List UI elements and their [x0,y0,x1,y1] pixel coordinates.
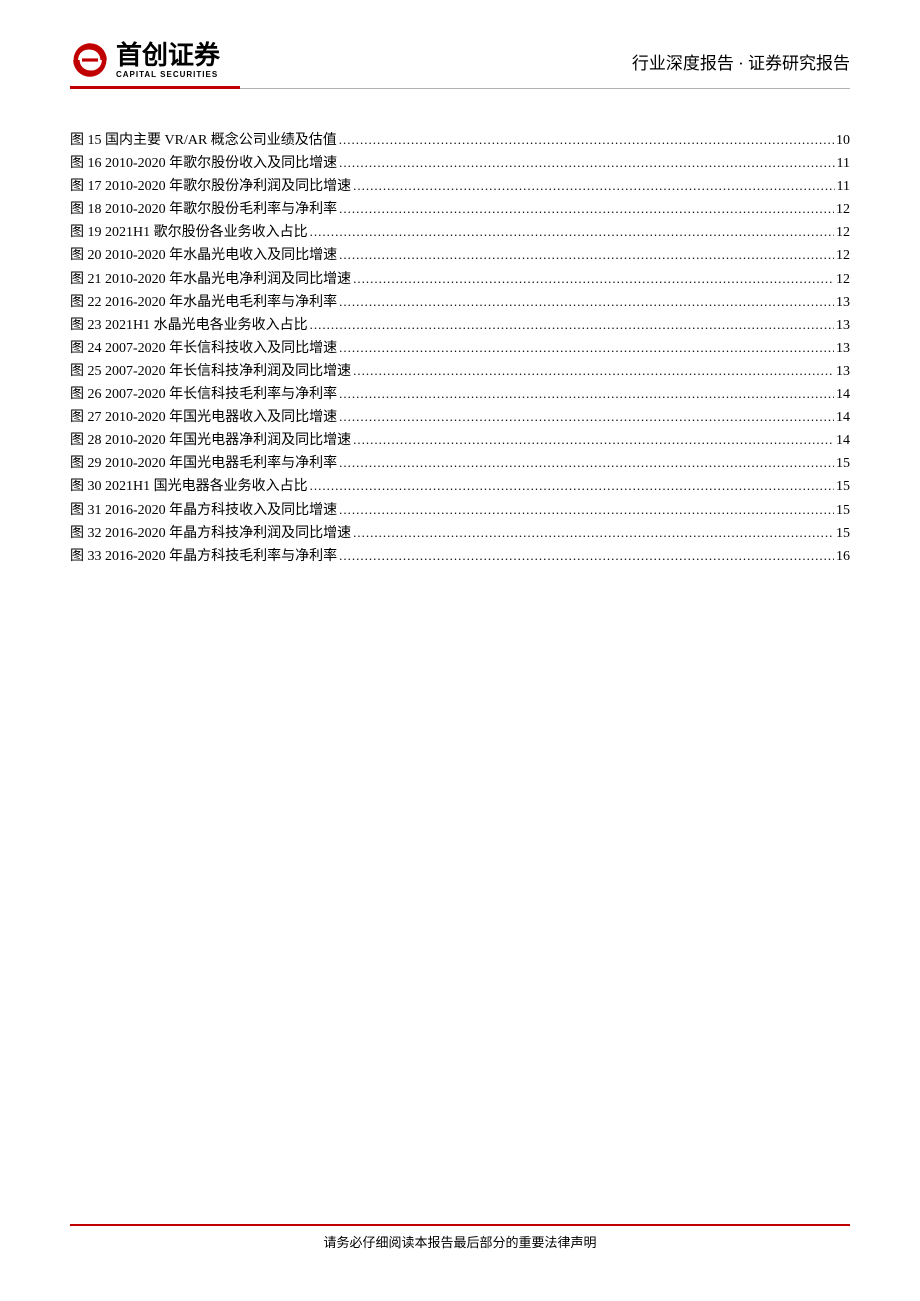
toc-leader-dots [310,221,834,244]
toc-entry[interactable]: 图 29 2010-2020 年国光电器毛利率与净利率 15 [70,452,850,475]
toc-entry[interactable]: 图 20 2010-2020 年水晶光电收入及同比增速 12 [70,244,850,267]
footer-disclaimer: 请务必仔细阅读本报告最后部分的重要法律声明 [70,1232,850,1251]
toc-entry-label: 图 17 2010-2020 年歌尔股份净利润及同比增速 [70,175,351,198]
toc-entry-page: 14 [836,406,850,429]
toc-entry-label: 图 33 2016-2020 年晶方科技毛利率与净利率 [70,545,337,568]
toc-leader-dots [339,198,834,221]
page-footer: 请务必仔细阅读本报告最后部分的重要法律声明 [70,1224,850,1251]
figure-toc: 图 15 国内主要 VR/AR 概念公司业绩及估值10图 16 2010-202… [70,129,850,568]
toc-entry-label: 图 30 2021H1 国光电器各业务收入占比 [70,475,308,498]
brand-logo-icon [70,40,110,80]
toc-entry-page: 11 [837,175,850,198]
toc-entry[interactable]: 图 17 2010-2020 年歌尔股份净利润及同比增速 11 [70,175,850,198]
toc-entry[interactable]: 图 31 2016-2020 年晶方科技收入及同比增速 15 [70,499,850,522]
toc-leader-dots [339,337,834,360]
toc-entry[interactable]: 图 16 2010-2020 年歌尔股份收入及同比增速 11 [70,152,850,175]
toc-leader-dots [353,175,834,198]
toc-entry-label: 图 29 2010-2020 年国光电器毛利率与净利率 [70,452,337,475]
toc-leader-dots [339,244,834,267]
toc-entry-page: 13 [836,337,850,360]
toc-leader-dots [339,545,834,568]
toc-entry[interactable]: 图 33 2016-2020 年晶方科技毛利率与净利率 16 [70,545,850,568]
toc-entry-page: 16 [836,545,850,568]
toc-entry-page: 15 [836,522,850,545]
header-subtitle: 行业深度报告 · 证券研究报告 [632,49,850,80]
footer-rule [70,1224,850,1226]
toc-entry-label: 图 18 2010-2020 年歌尔股份毛利率与净利率 [70,198,337,221]
toc-leader-dots [310,475,834,498]
page-header: 首创证券 CAPITAL SECURITIES 行业深度报告 · 证券研究报告 [70,40,850,84]
toc-leader-dots [353,360,834,383]
toc-leader-dots [339,383,834,406]
toc-leader-dots [310,314,834,337]
toc-leader-dots [353,268,834,291]
toc-entry-label: 图 32 2016-2020 年晶方科技净利润及同比增速 [70,522,351,545]
toc-entry-label: 图 25 2007-2020 年长信科技净利润及同比增速 [70,360,351,383]
toc-entry[interactable]: 图 24 2007-2020 年长信科技收入及同比增速 13 [70,337,850,360]
toc-entry[interactable]: 图 25 2007-2020 年长信科技净利润及同比增速 13 [70,360,850,383]
toc-entry-label: 图 24 2007-2020 年长信科技收入及同比增速 [70,337,337,360]
toc-entry-label: 图 27 2010-2020 年国光电器收入及同比增速 [70,406,337,429]
toc-leader-dots [339,452,834,475]
brand-name-cn: 首创证券 [116,42,220,68]
toc-entry-label: 图 26 2007-2020 年长信科技毛利率与净利率 [70,383,337,406]
toc-entry[interactable]: 图 22 2016-2020 年水晶光电毛利率与净利率 13 [70,291,850,314]
toc-entry-page: 13 [836,314,850,337]
toc-entry-page: 13 [836,291,850,314]
toc-entry-label: 图 21 2010-2020 年水晶光电净利润及同比增速 [70,268,351,291]
toc-entry[interactable]: 图 26 2007-2020 年长信科技毛利率与净利率 14 [70,383,850,406]
toc-entry-label: 图 19 2021H1 歌尔股份各业务收入占比 [70,221,308,244]
toc-leader-dots [339,499,834,522]
header-rule [70,86,850,89]
page-container: 首创证券 CAPITAL SECURITIES 行业深度报告 · 证券研究报告 … [0,0,920,1301]
toc-leader-dots [353,429,834,452]
toc-entry[interactable]: 图 18 2010-2020 年歌尔股份毛利率与净利率 12 [70,198,850,221]
toc-entry-page: 15 [836,499,850,522]
toc-entry[interactable]: 图 32 2016-2020 年晶方科技净利润及同比增速 15 [70,522,850,545]
toc-entry-label: 图 23 2021H1 水晶光电各业务收入占比 [70,314,308,337]
toc-entry-page: 15 [836,475,850,498]
toc-entry[interactable]: 图 15 国内主要 VR/AR 概念公司业绩及估值 10 [70,129,850,152]
brand-text-block: 首创证券 CAPITAL SECURITIES [116,42,220,79]
brand-name-en: CAPITAL SECURITIES [116,70,220,79]
toc-entry-label: 图 31 2016-2020 年晶方科技收入及同比增速 [70,499,337,522]
toc-entry-page: 14 [836,429,850,452]
toc-entry[interactable]: 图 28 2010-2020 年国光电器净利润及同比增速 14 [70,429,850,452]
toc-leader-dots [339,291,834,314]
toc-leader-dots [353,522,834,545]
toc-entry-page: 11 [837,152,850,175]
toc-entry-page: 15 [836,452,850,475]
toc-entry[interactable]: 图 30 2021H1 国光电器各业务收入占比 15 [70,475,850,498]
toc-leader-dots [339,406,834,429]
toc-entry-page: 12 [836,268,850,291]
toc-entry-label: 图 20 2010-2020 年水晶光电收入及同比增速 [70,244,337,267]
toc-entry-page: 12 [836,244,850,267]
toc-entry[interactable]: 图 21 2010-2020 年水晶光电净利润及同比增速 12 [70,268,850,291]
toc-leader-dots [339,152,834,175]
toc-entry[interactable]: 图 27 2010-2020 年国光电器收入及同比增速 14 [70,406,850,429]
toc-entry-label: 图 15 国内主要 VR/AR 概念公司业绩及估值 [70,129,337,152]
toc-entry-page: 12 [836,221,850,244]
toc-entry-page: 12 [836,198,850,221]
toc-entry-label: 图 16 2010-2020 年歌尔股份收入及同比增速 [70,152,337,175]
brand-logo: 首创证券 CAPITAL SECURITIES [70,40,220,80]
toc-entry[interactable]: 图 19 2021H1 歌尔股份各业务收入占比 12 [70,221,850,244]
toc-entry-page: 13 [836,360,850,383]
toc-entry-label: 图 28 2010-2020 年国光电器净利润及同比增速 [70,429,351,452]
toc-leader-dots [339,129,834,152]
toc-entry[interactable]: 图 23 2021H1 水晶光电各业务收入占比 13 [70,314,850,337]
toc-entry-label: 图 22 2016-2020 年水晶光电毛利率与净利率 [70,291,337,314]
toc-entry-page: 10 [836,129,850,152]
toc-entry-page: 14 [836,383,850,406]
